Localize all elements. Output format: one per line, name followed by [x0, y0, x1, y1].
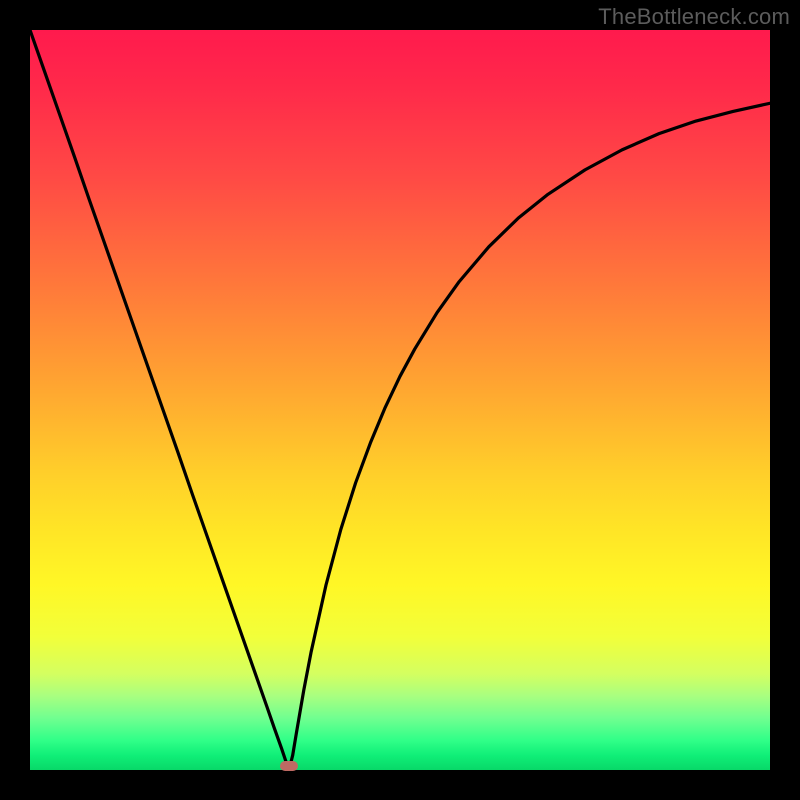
v-curve	[30, 30, 770, 770]
chart-frame: TheBottleneck.com	[0, 0, 800, 800]
bottleneck-marker	[280, 761, 298, 771]
watermark-text: TheBottleneck.com	[598, 4, 790, 30]
plot-area	[30, 30, 770, 770]
